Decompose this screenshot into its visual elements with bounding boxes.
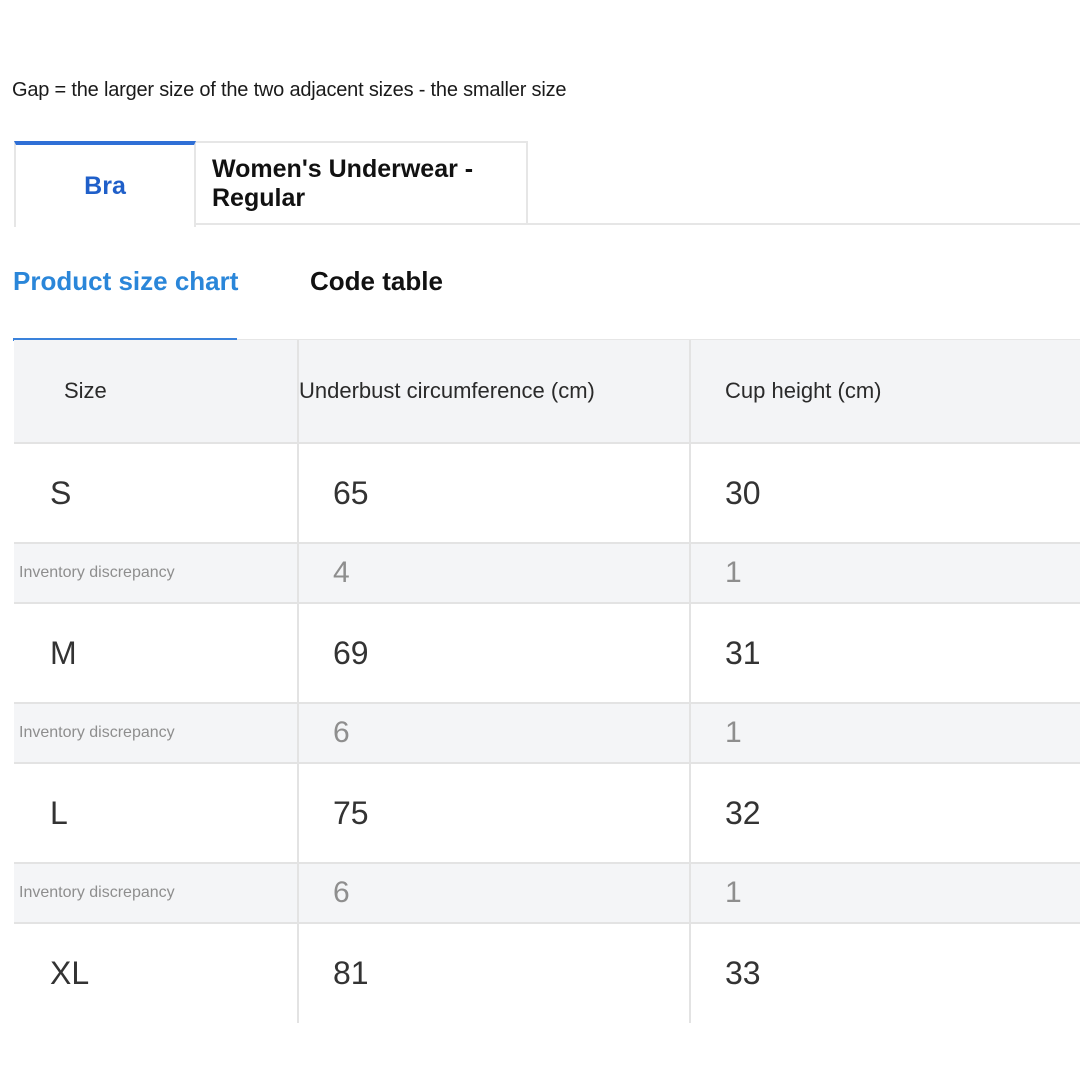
table-row: M 69 31 [14, 603, 1080, 704]
underbust-gap: 6 [298, 863, 691, 924]
sub-tabs: Product size chart Code table [13, 258, 1080, 341]
underbust-value: 81 [298, 923, 691, 1023]
tab-code-table[interactable]: Code table [310, 266, 443, 297]
table-row: XL 81 33 [14, 923, 1080, 1023]
size-chart-page: Gap = the larger size of the two adjacen… [0, 0, 1080, 1080]
tab-bra[interactable]: Bra [14, 141, 196, 227]
underbust-gap: 4 [298, 543, 691, 604]
cup-height-gap: 1 [690, 863, 1080, 924]
header-underbust: Underbust circumference (cm) [298, 340, 691, 444]
table-row: L 75 32 [14, 763, 1080, 864]
gap-label: Inventory discrepancy [14, 543, 299, 604]
gap-label: Inventory discrepancy [14, 863, 299, 924]
cup-height-value: 32 [690, 763, 1080, 864]
table-row: Inventory discrepancy 6 1 [14, 863, 1080, 924]
table-row: S 65 30 [14, 443, 1080, 544]
underbust-value: 69 [298, 603, 691, 704]
size-label: XL [14, 923, 299, 1023]
size-label: L [14, 763, 299, 864]
gap-note: Gap = the larger size of the two adjacen… [12, 79, 567, 101]
header-size: Size [14, 340, 299, 444]
gap-label: Inventory discrepancy [14, 703, 299, 764]
cup-height-gap: 1 [690, 543, 1080, 604]
table-row: Inventory discrepancy 4 1 [14, 543, 1080, 604]
cup-height-value: 30 [690, 443, 1080, 544]
underbust-value: 75 [298, 763, 691, 864]
cup-height-gap: 1 [690, 703, 1080, 764]
tab-product-size-chart[interactable]: Product size chart [13, 266, 238, 297]
size-table: Size Underbust circumference (cm) Cup he… [14, 340, 1080, 1023]
cup-height-value: 33 [690, 923, 1080, 1023]
table-header-row: Size Underbust circumference (cm) Cup he… [14, 340, 1080, 444]
size-label: S [14, 443, 299, 544]
cup-height-value: 31 [690, 603, 1080, 704]
size-label: M [14, 603, 299, 704]
category-tabs: Bra Women's Underwear - Regular [14, 141, 1080, 227]
table-row: Inventory discrepancy 6 1 [14, 703, 1080, 764]
underbust-gap: 6 [298, 703, 691, 764]
underbust-value: 65 [298, 443, 691, 544]
tab-womens-underwear-regular[interactable]: Women's Underwear - Regular [196, 141, 528, 225]
header-cup-height: Cup height (cm) [690, 340, 1080, 444]
